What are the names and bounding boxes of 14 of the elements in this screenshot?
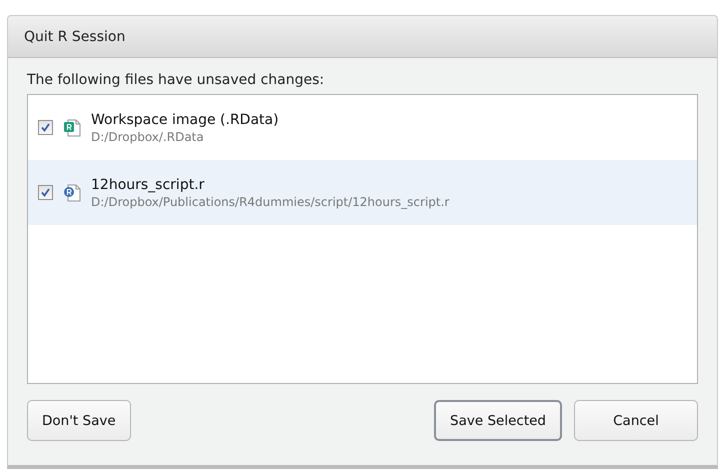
file-icon [63, 118, 83, 138]
message-text: The following files have unsaved changes: [27, 72, 326, 88]
dialog-button[interactable]: Cancel [574, 400, 698, 441]
window-title: Quit R Session [24, 28, 126, 44]
file-name: Workspace image (.RData) [91, 110, 279, 128]
file-icon [63, 182, 83, 202]
file-name: 12hours_script.r [91, 176, 206, 194]
checkbox[interactable] [38, 120, 53, 135]
file-path: D:/Dropbox/.RData [91, 128, 205, 144]
dialog-button[interactable]: Don't Save [27, 400, 131, 441]
file-row[interactable]: 12hours_script.r D:/Dropbox/Publications/R4dummies/script/12hours_script.r [28, 160, 697, 225]
file-path: D:/Dropbox/Publications/R4dummies/script/12hours_script.r [91, 194, 450, 210]
checkbox[interactable] [38, 185, 53, 200]
dialog-button[interactable]: Save Selected [434, 400, 562, 441]
